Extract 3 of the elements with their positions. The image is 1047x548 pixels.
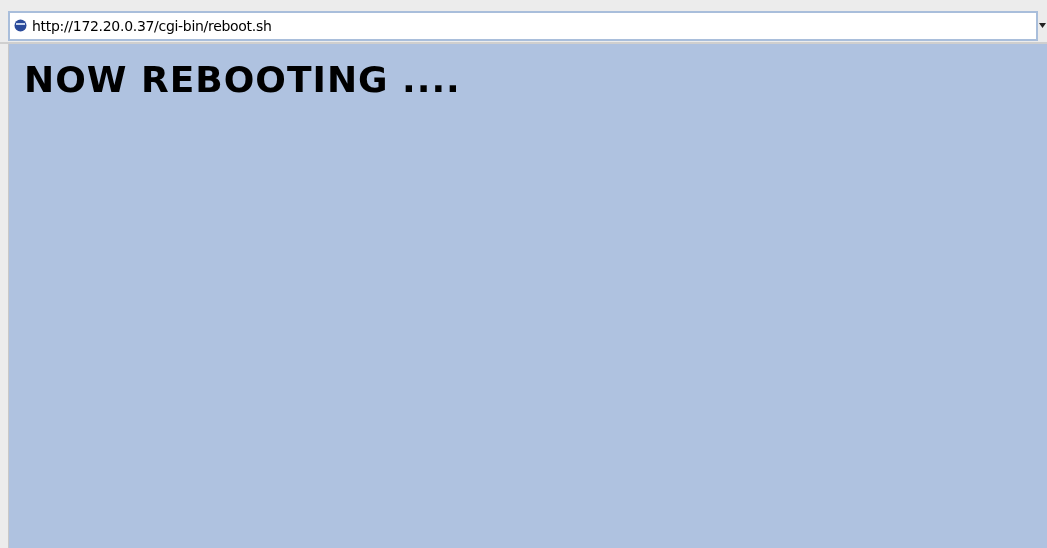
address-field[interactable]: http://172.20.0.37/cgi-bin/reboot.sh xyxy=(8,10,1038,41)
dropdown-icon[interactable] xyxy=(1039,23,1046,28)
page-heading: NOW REBOOTING .... xyxy=(24,58,462,102)
